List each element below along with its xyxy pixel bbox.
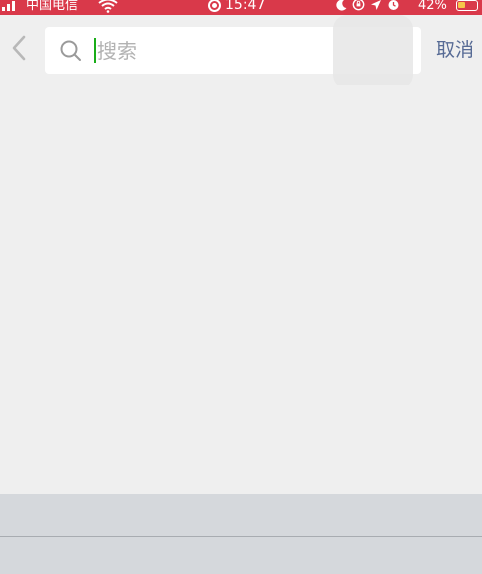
orientation-lock-icon bbox=[352, 0, 365, 15]
battery-icon bbox=[456, 0, 478, 11]
carrier-label: 中国电信 bbox=[26, 0, 79, 13]
assistive-touch-button[interactable] bbox=[333, 15, 413, 89]
search-icon bbox=[60, 40, 81, 61]
alarm-icon bbox=[387, 0, 400, 15]
chevron-left-icon bbox=[12, 35, 26, 61]
battery-percent: 42% bbox=[418, 0, 447, 13]
back-button[interactable] bbox=[6, 33, 32, 63]
status-right-icons bbox=[336, 0, 400, 15]
keyboard-area[interactable] bbox=[0, 494, 482, 574]
keyboard-divider bbox=[0, 536, 482, 537]
status-bar: 中国电信 15:47 42% bbox=[0, 0, 482, 15]
status-time: 15:47 bbox=[225, 0, 266, 13]
location-icon bbox=[370, 0, 382, 15]
moon-icon bbox=[336, 0, 347, 15]
search-header: 取消 bbox=[0, 15, 482, 89]
text-caret bbox=[94, 38, 96, 63]
cancel-button[interactable]: 取消 bbox=[436, 35, 482, 62]
signal-icon bbox=[2, 1, 15, 11]
search-results-area bbox=[0, 85, 482, 494]
wifi-icon bbox=[98, 0, 118, 15]
battery-level-fill bbox=[458, 2, 465, 8]
status-center: 15:47 bbox=[208, 0, 265, 13]
screen-record-icon bbox=[208, 0, 221, 12]
